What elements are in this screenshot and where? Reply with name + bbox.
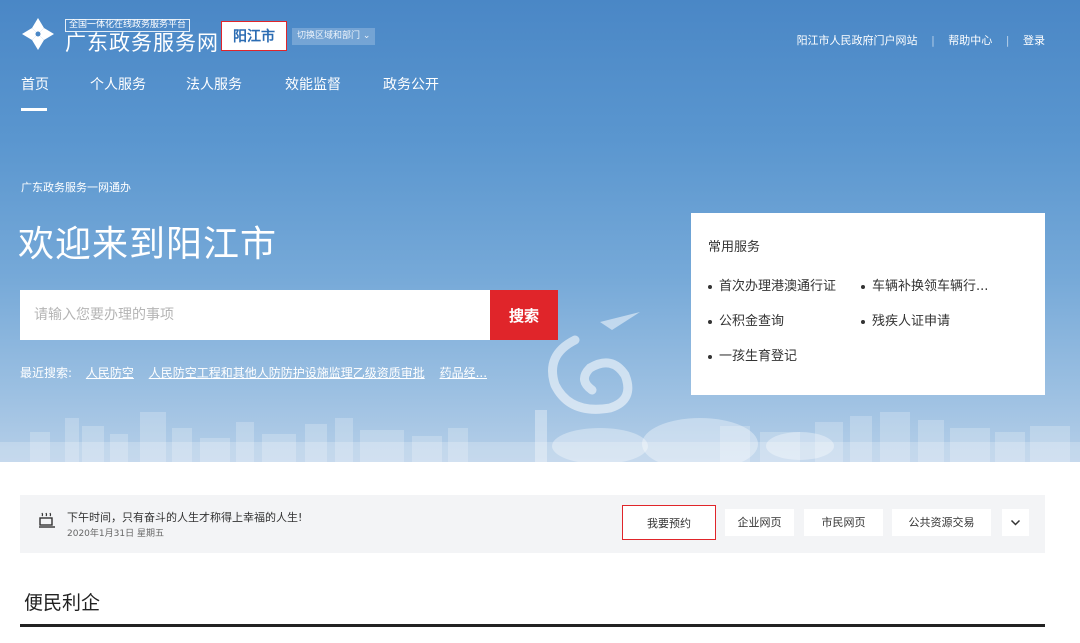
recent-searches: 最近搜索: 人民防空 人民防空工程和其他人防防护设施监理乙级资质审批 药品经..… (20, 364, 498, 381)
switch-region-button[interactable]: 切换区域和部门 ⌄ (292, 28, 376, 45)
help-center-link[interactable]: 帮助中心 (948, 32, 992, 48)
service-link[interactable]: 残疾人证申请 (861, 310, 950, 329)
greeting-message: 下午时间，只有奋斗的人生才称得上幸福的人生! (67, 511, 303, 524)
service-label: 首次办理港澳通行证 (719, 279, 837, 294)
city-selector[interactable]: 阳江市 (221, 21, 287, 51)
section-title: 便民利企 (24, 592, 101, 614)
recent-search-link[interactable]: 药品经... (440, 366, 487, 380)
notice-bar: 下午时间，只有奋斗的人生才称得上幸福的人生! 2020年1月31日 星期五 我要… (20, 495, 1045, 553)
service-label: 车辆补换领车辆行... (872, 279, 989, 294)
service-link[interactable]: 一孩生育登记 (708, 345, 797, 364)
service-link[interactable]: 公积金查询 (708, 310, 784, 329)
chevron-down-icon: ⌄ (362, 31, 371, 41)
nav-government-affairs[interactable]: 政务公开 (383, 75, 439, 95)
appointment-button[interactable]: 我要预约 (622, 505, 716, 540)
section-divider (20, 624, 1045, 627)
more-button[interactable] (1002, 509, 1029, 536)
hero-tagline: 广东政务服务一网通办 (21, 181, 131, 194)
hero-banner: 全国一体化在线政务服务平台 广东政务服务网 阳江市 切换区域和部门 ⌄ 阳江市人… (0, 0, 1080, 462)
login-link[interactable]: 登录 (1023, 32, 1045, 48)
service-label: 公积金查询 (719, 314, 785, 329)
switch-region-label: 切换区域和部门 (297, 31, 361, 41)
bullet-icon (708, 354, 712, 359)
service-label: 一孩生育登记 (719, 349, 798, 364)
bullet-icon (708, 319, 712, 324)
guangdong-logo-icon[interactable] (20, 16, 56, 52)
citizen-page-button[interactable]: 市民网页 (804, 509, 883, 536)
common-services-title: 常用服务 (708, 240, 761, 255)
recent-search-link[interactable]: 人民防空工程和其他人防防护设施监理乙级资质审批 (149, 366, 425, 380)
link-divider: | (1005, 33, 1010, 47)
service-label: 残疾人证申请 (872, 314, 951, 329)
recent-search-link[interactable]: 人民防空 (86, 366, 134, 380)
city-name: 阳江市 (233, 29, 275, 45)
nav-legal-entity-services[interactable]: 法人服务 (186, 75, 242, 95)
welcome-heading: 欢迎来到阳江市 (18, 224, 278, 265)
search-button[interactable]: 搜索 (490, 290, 558, 340)
service-link[interactable]: 车辆补换领车辆行... (861, 275, 988, 294)
nav-personal-services[interactable]: 个人服务 (90, 75, 146, 95)
logo-title[interactable]: 广东政务服务网 (65, 30, 219, 56)
public-resource-trading-button[interactable]: 公共资源交易 (892, 509, 991, 536)
enterprise-page-button[interactable]: 企业网页 (725, 509, 794, 536)
top-links: 阳江市人民政府门户网站 | 帮助中心 | 登录 (797, 32, 1045, 48)
service-link[interactable]: 首次办理港澳通行证 (708, 275, 836, 294)
nav-efficiency-supervision[interactable]: 效能监督 (285, 75, 341, 95)
nav-home[interactable]: 首页 (21, 75, 49, 95)
current-date: 2020年1月31日 星期五 (67, 529, 164, 539)
recent-searches-label: 最近搜索: (20, 366, 73, 380)
gov-portal-link[interactable]: 阳江市人民政府门户网站 (797, 32, 918, 48)
search-box (20, 290, 490, 340)
top-header: 全国一体化在线政务服务平台 广东政务服务网 阳江市 切换区域和部门 ⌄ 阳江市人… (0, 0, 1080, 66)
coffee-cup-icon (39, 512, 55, 528)
bullet-icon (861, 284, 865, 289)
chevron-down-icon (1010, 519, 1021, 526)
common-services-panel: 常用服务 首次办理港澳通行证 车辆补换领车辆行... 公积金查询 残疾人证申请 … (691, 213, 1045, 395)
bullet-icon (861, 319, 865, 324)
link-divider: | (931, 33, 935, 47)
bullet-icon (708, 284, 712, 289)
nav-active-indicator (21, 108, 47, 111)
search-input[interactable] (20, 290, 490, 340)
